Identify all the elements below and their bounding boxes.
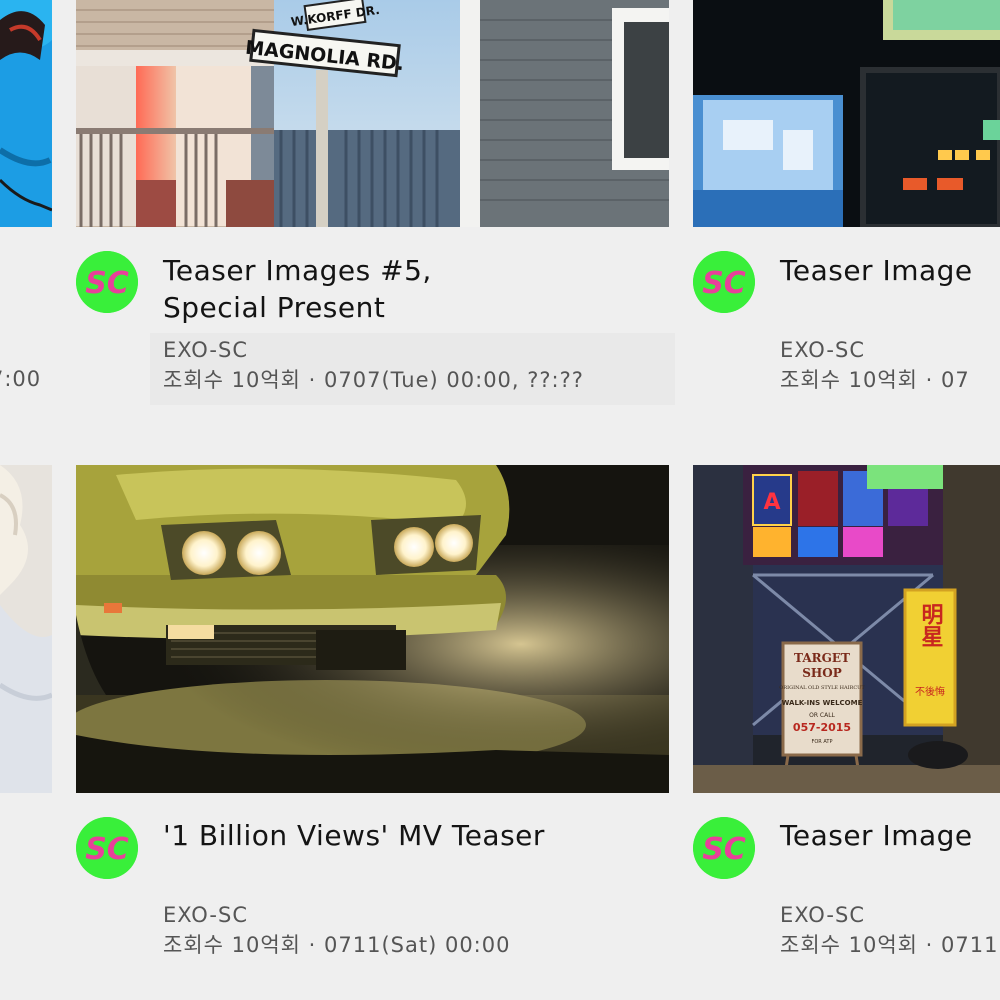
svg-text:SC: SC (85, 266, 129, 301)
thumbnail-art: A 明星 不後悔 TARGET SHOP ORIGINAL OLD STYLE … (693, 465, 1000, 793)
video-title[interactable]: Teaser Image (780, 252, 973, 289)
video-meta: EXO-SC 조회수 10억회 · 07 (780, 335, 970, 395)
channel-name[interactable]: EXO-SC (163, 900, 510, 930)
video-title-line1: Teaser Image (780, 819, 973, 852)
video-thumbnail-arcade[interactable] (693, 0, 1000, 227)
video-meta: EXO-SC 조회수 10억회 · 0707(Tue) 00:00, ??:?? (163, 335, 584, 395)
video-thumbnail-left-bottom[interactable] (0, 465, 52, 793)
shop-sign-line2: SHOP (802, 666, 841, 680)
video-thumbnail-target-shop[interactable]: A 明星 不後悔 TARGET SHOP ORIGINAL OLD STYLE … (693, 465, 1000, 793)
video-stats: 조회수 10억회 · 0711 (780, 933, 999, 957)
thumbnail-art: W.KORFF DR. MAGNOLIA RD. (76, 0, 669, 227)
video-title-line2: Special Present (163, 291, 386, 324)
video-title[interactable]: '1 Billion Views' MV Teaser (163, 817, 545, 854)
svg-text:SC: SC (702, 266, 746, 301)
video-title[interactable]: Teaser Image (780, 817, 973, 854)
video-thumbnail-magnolia[interactable]: W.KORFF DR. MAGNOLIA RD. (76, 0, 669, 227)
svg-text:SC: SC (85, 832, 129, 867)
video-meta: EXO-SC 조회수 10억회 · 0711 (780, 900, 998, 960)
svg-text:SC: SC (702, 832, 746, 867)
video-stats: 7:00 (0, 367, 42, 391)
video-thumbnail-car[interactable] (76, 465, 669, 793)
video-meta: EXO-SC 조회수 10억회 · 0711(Sat) 00:00 (163, 900, 510, 960)
video-title-line1: '1 Billion Views' MV Teaser (163, 819, 545, 852)
neon-sign-chars: 明星 (918, 603, 944, 647)
exo-sc-logo-icon: SC (76, 251, 138, 313)
shop-sign-line7: FOR ATP (812, 739, 833, 745)
svg-text:A: A (763, 490, 780, 515)
video-title-line1: Teaser Images #5, (163, 254, 432, 287)
neon-sign-small: 不後悔 (915, 685, 945, 698)
video-stats: 조회수 10억회 · 07 (780, 368, 970, 392)
shop-sign-line1: TARGET (794, 651, 850, 665)
thumbnail-art (0, 0, 52, 227)
video-meta-left-top: 7:00 (0, 364, 52, 394)
channel-avatar[interactable]: SC (76, 251, 138, 313)
exo-sc-logo-icon: SC (76, 817, 138, 879)
shop-sign-line6: 057-2015 (793, 721, 851, 734)
thumbnail-art (76, 465, 669, 793)
thumbnail-art (0, 465, 52, 793)
exo-sc-logo-icon: SC (693, 251, 755, 313)
shop-sign-line5: OR CALL (809, 712, 835, 719)
channel-name[interactable]: EXO-SC (780, 335, 970, 365)
channel-avatar[interactable]: SC (693, 251, 755, 313)
shop-sign-line4: WALK-INS WELCOME (782, 699, 863, 707)
thumbnail-art (693, 0, 1000, 227)
channel-avatar[interactable]: SC (76, 817, 138, 879)
video-stats: 조회수 10억회 · 0707(Tue) 00:00, ??:?? (163, 368, 584, 392)
exo-sc-logo-icon: SC (693, 817, 755, 879)
video-stats: 조회수 10억회 · 0711(Sat) 00:00 (163, 933, 511, 957)
channel-avatar[interactable]: SC (693, 817, 755, 879)
video-title[interactable]: Teaser Images #5, Special Present (163, 252, 432, 326)
video-title-line1: Teaser Image (780, 254, 973, 287)
channel-name[interactable]: EXO-SC (780, 900, 998, 930)
channel-name[interactable]: EXO-SC (163, 335, 584, 365)
shop-sign-line3: ORIGINAL OLD STYLE HAIRCUT (779, 685, 865, 691)
video-thumbnail-left-top[interactable] (0, 0, 52, 227)
